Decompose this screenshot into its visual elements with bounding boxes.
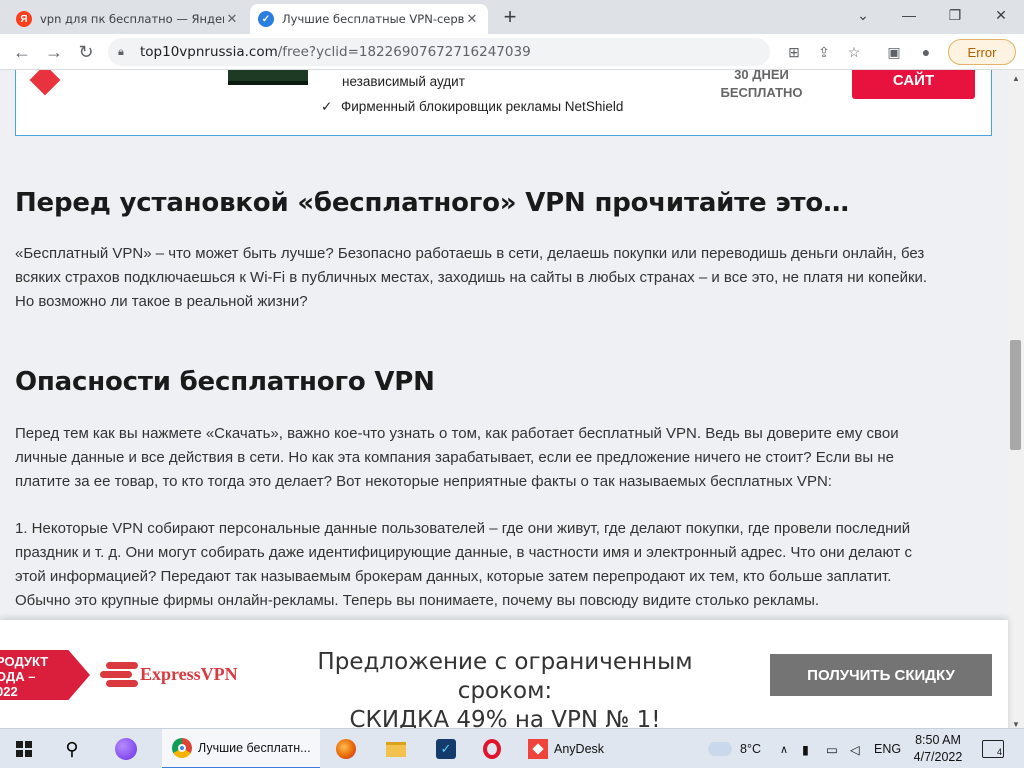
windows-taskbar: ⚲ Лучшие бесплатн... ✓ AnyDesk 8°C ∧ ▮ ▭…: [0, 728, 1024, 768]
firefox-icon[interactable]: [326, 729, 366, 768]
section-heading: Опасности бесплатного VPN: [15, 367, 435, 397]
text-line: этой информацией? Передают так называемы…: [15, 568, 892, 585]
new-tab-button[interactable]: +: [498, 6, 522, 30]
tab-title: Лучшие бесплатные VPN-серви: [282, 12, 464, 26]
ribbon-line: ОДА –: [0, 669, 36, 684]
url-text: top10vpnrussia.com/free?yclid=1822690767…: [140, 44, 531, 60]
cloud-icon: [708, 742, 732, 756]
text-line: 1. Некоторые VPN собирают персональные д…: [15, 520, 911, 537]
text-line: Но возможно ли такое в реальной жизни?: [15, 293, 308, 310]
microphone-icon[interactable]: ▮: [802, 729, 809, 768]
taskbar-chrome[interactable]: Лучшие бесплатн...: [162, 729, 320, 768]
vpn-offer-card: независимый аудит ✓ Фирменный блокировщик…: [15, 70, 992, 136]
chrome-icon: [172, 738, 192, 758]
shield-favicon-icon: ✓: [258, 11, 274, 27]
profile-avatar-icon[interactable]: ●: [916, 42, 936, 62]
alice-assistant-icon[interactable]: [106, 729, 146, 768]
trial-days: 30 ДНЕЙ: [734, 70, 789, 82]
close-window-button[interactable]: ✕: [978, 0, 1024, 30]
volume-icon[interactable]: ◁: [850, 729, 860, 768]
tab-top10vpn[interactable]: ✓ Лучшие бесплатные VPN-серви ✕: [250, 4, 488, 34]
side-panel-icon[interactable]: ▣: [884, 42, 904, 62]
lock-icon[interactable]: 🔒︎: [118, 46, 132, 59]
ribbon-line: 022: [0, 684, 18, 699]
error-button[interactable]: Error: [948, 39, 1016, 65]
expressvpn-logo: ExpressVPN: [100, 660, 238, 688]
dangers-paragraph: Перед тем как вы нажмете «Скачать», важн…: [15, 422, 995, 494]
close-tab-icon[interactable]: ✕: [224, 11, 240, 27]
page-scrollbar[interactable]: ▲ ▼: [1008, 70, 1024, 734]
promo-banner: РОДУКТ ОДА – 022 ExpressVPN Предложение …: [0, 620, 1008, 734]
share-icon[interactable]: ⇪: [814, 42, 834, 62]
tab-yandex[interactable]: Я vpn для пк бесплатно — Яндекс ✕: [8, 4, 248, 34]
clock[interactable]: 8:50 AM 4/7/2022: [910, 729, 966, 768]
file-explorer-icon[interactable]: [376, 729, 416, 768]
text-line: платите за ее товар, то кто тогда это де…: [15, 473, 832, 490]
notifications-icon[interactable]: 4: [982, 729, 1004, 768]
back-icon[interactable]: ←: [10, 40, 34, 64]
network-icon[interactable]: ▭: [826, 729, 838, 768]
visit-site-button[interactable]: САЙТ: [852, 70, 975, 99]
tab-strip: Я vpn для пк бесплатно — Яндекс ✕ ✓ Лучш…: [0, 0, 1024, 34]
text-line: личные данные и все действия в сети. Но …: [15, 449, 894, 466]
offer-line: Предложение с ограниченным сроком:: [317, 649, 693, 704]
ribbon-line: РОДУКТ: [0, 654, 49, 669]
browser-toolbar: ← → ↻ 🔒︎ top10vpnrussia.com/free?yclid=1…: [0, 34, 1024, 70]
text-line: «Бесплатный VPN» – что может быть лучше?…: [15, 245, 925, 262]
minimize-button[interactable]: —: [886, 0, 932, 30]
security-app-icon[interactable]: ✓: [426, 729, 466, 768]
opera-icon[interactable]: [472, 729, 512, 768]
url-host: top10vpnrussia.com: [140, 44, 278, 60]
scrollbar-thumb[interactable]: [1010, 340, 1021, 450]
intro-paragraph: «Бесплатный VPN» – что может быть лучше?…: [15, 242, 995, 314]
temperature: 8°C: [740, 742, 761, 756]
feature-text: Фирменный блокировщик рекламы NetShield: [341, 99, 624, 114]
reload-icon[interactable]: ↻: [74, 40, 98, 64]
tray-chevron-icon[interactable]: ∧: [780, 729, 788, 768]
text-line: Перед тем как вы нажмете «Скачать», важн…: [15, 425, 899, 442]
translate-icon[interactable]: ⊞: [784, 42, 804, 62]
tab-title: vpn для пк бесплатно — Яндекс: [40, 12, 224, 26]
search-icon[interactable]: ⚲: [52, 729, 92, 768]
brand-name: ExpressVPN: [140, 663, 238, 684]
protonvpn-logo-icon: [29, 70, 60, 96]
taskbar-item-label: Лучшие бесплатн...: [198, 741, 311, 755]
scroll-up-icon[interactable]: ▲: [1008, 72, 1024, 86]
product-of-year-ribbon: РОДУКТ ОДА – 022: [0, 650, 90, 700]
start-button[interactable]: [4, 729, 44, 768]
section-heading: Перед установкой «бесплатного» VPN прочи…: [15, 188, 849, 218]
url-path: /free?yclid=18226907672716247039: [277, 44, 531, 60]
taskbar-anydesk[interactable]: AnyDesk: [522, 729, 614, 768]
check-icon: ✓: [321, 99, 333, 114]
anydesk-icon: [528, 739, 548, 759]
forward-icon[interactable]: →: [42, 40, 66, 64]
feature-text: независимый аудит: [342, 74, 465, 89]
text-line: всяких страхов подключаешься к Wi-Fi в п…: [15, 269, 928, 286]
text-line: праздник и т. д. Они могут собирать даже…: [15, 544, 912, 561]
notification-count: 4: [982, 740, 1004, 758]
weather-widget[interactable]: 8°C: [708, 729, 761, 768]
tab-search-icon[interactable]: ⌄: [840, 0, 886, 30]
maximize-button[interactable]: ❐: [932, 0, 978, 30]
trial-badge: 30 ДНЕЙ БЕСПЛАТНО: [709, 70, 814, 102]
text-line: Обычно это крупные фирмы онлайн-рекламы.…: [15, 592, 820, 609]
clock-date: 4/7/2022: [913, 750, 963, 764]
offer-text: Предложение с ограниченным сроком: СКИДК…: [270, 648, 740, 735]
yandex-favicon-icon: Я: [16, 11, 32, 27]
product-screenshot: [228, 70, 308, 85]
feature-item: ✓ Фирменный блокировщик рекламы NetShield: [321, 99, 623, 115]
trial-free: БЕСПЛАТНО: [720, 85, 803, 100]
address-bar[interactable]: 🔒︎ top10vpnrussia.com/free?yclid=1822690…: [108, 38, 770, 66]
clock-time: 8:50 AM: [915, 733, 961, 747]
taskbar-item-label: AnyDesk: [554, 742, 605, 756]
get-discount-button[interactable]: ПОЛУЧИТЬ СКИДКУ: [770, 654, 992, 696]
list-item: 1. Некоторые VPN собирают персональные д…: [15, 517, 995, 613]
language-indicator[interactable]: ENG: [874, 729, 901, 768]
bookmark-star-icon[interactable]: ☆: [844, 42, 864, 62]
close-tab-icon[interactable]: ✕: [464, 11, 480, 27]
expressvpn-mark-icon: [100, 660, 138, 688]
